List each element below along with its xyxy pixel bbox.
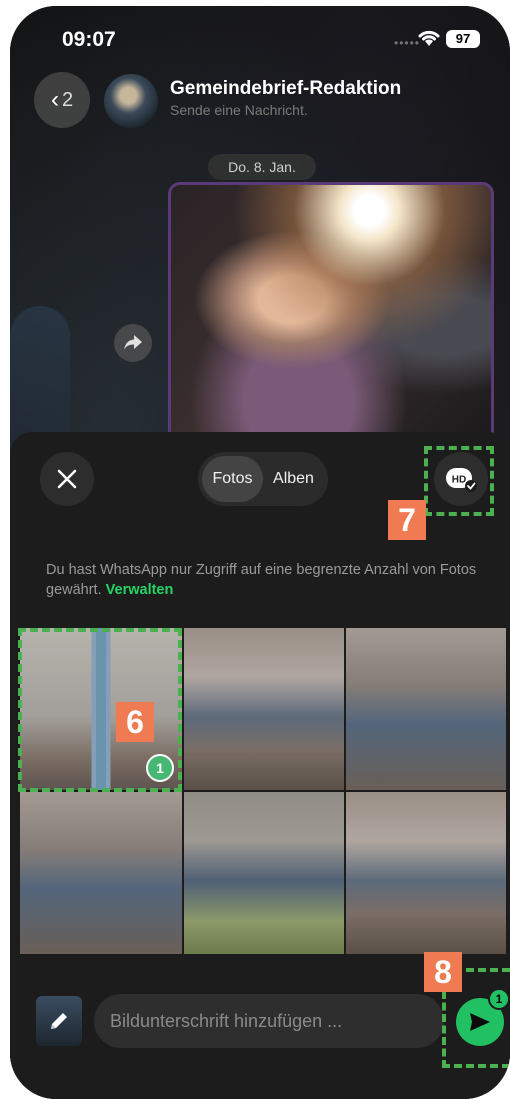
image-message[interactable] xyxy=(168,182,494,442)
limited-access-notice: Du hast WhatsApp nur Zugriff auf eine be… xyxy=(46,560,486,600)
chevron-left-icon: ‹ xyxy=(50,86,59,113)
close-button[interactable] xyxy=(40,452,94,506)
back-unread-count: 2 xyxy=(61,88,74,111)
annotation-box-photo xyxy=(18,628,182,792)
annotation-label-8: 8 xyxy=(424,952,462,992)
chat-title[interactable]: Gemeindebrief-Redaktion xyxy=(170,78,401,100)
photo-tile[interactable] xyxy=(184,792,344,954)
annotation-label-7: 7 xyxy=(388,500,426,540)
wifi-icon xyxy=(418,30,440,46)
annotation-box-hd xyxy=(424,446,494,516)
chat-header: ‹ 2 Gemeindebrief-Redaktion Sende eine N… xyxy=(10,66,510,136)
phone-screen: 09:07 ••••• 97 ‹ 2 Gemeindebrief-Redakti… xyxy=(10,6,510,1099)
caption-input[interactable] xyxy=(94,994,444,1048)
compose-bar: 1 xyxy=(10,980,510,1060)
picker-segmented-control: Fotos Alben xyxy=(198,452,328,506)
photo-tile[interactable] xyxy=(346,628,506,790)
forward-button[interactable] xyxy=(114,324,152,362)
status-time: 09:07 xyxy=(62,28,116,51)
back-button[interactable]: ‹ 2 xyxy=(34,72,90,128)
photo-tile[interactable] xyxy=(184,628,344,790)
forward-icon xyxy=(124,335,142,350)
photo-tile[interactable] xyxy=(346,792,506,954)
pencil-icon xyxy=(51,1013,67,1029)
close-icon xyxy=(57,469,77,489)
edit-image-button[interactable] xyxy=(36,996,82,1046)
manage-access-link[interactable]: Verwalten xyxy=(106,582,174,598)
tab-alben[interactable]: Alben xyxy=(263,456,324,502)
photo-tile[interactable] xyxy=(20,792,182,954)
group-avatar[interactable] xyxy=(104,74,158,128)
tab-fotos[interactable]: Fotos xyxy=(202,456,263,502)
date-separator: Do. 8. Jan. xyxy=(208,154,316,180)
annotation-label-6: 6 xyxy=(116,702,154,742)
status-bar: 09:07 ••••• 97 xyxy=(10,6,510,66)
battery-indicator: 97 xyxy=(446,30,480,48)
chat-subtitle: Sende eine Nachricht. xyxy=(170,102,308,118)
